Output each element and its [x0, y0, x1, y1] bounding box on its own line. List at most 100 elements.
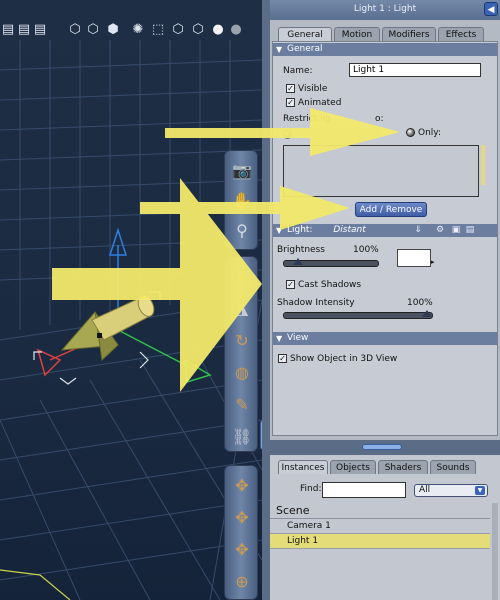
view-section-header[interactable]: ▼ View — [273, 332, 497, 345]
light-color-swatch[interactable] — [397, 249, 431, 267]
properties-body: ▼ General Name: ✓ Visible ✓ Animated Res… — [272, 41, 498, 436]
viewport-toolbar: ▤ ▤ ▤ ⬡ ⬡ ⬢ ✺ ⬚ ⬡ ⬡ ● ● — [0, 20, 262, 42]
tab-effects[interactable]: Effects — [438, 27, 484, 41]
only-radio[interactable] — [406, 128, 415, 137]
settings-icon[interactable]: ⚙ — [435, 225, 445, 235]
twist-tool-icon[interactable]: ↻ — [230, 329, 254, 353]
tab-sounds[interactable]: Sounds — [430, 460, 476, 474]
show-object-label: Show Object in 3D View — [290, 354, 398, 364]
hand-pan-icon[interactable]: ✋ — [230, 189, 254, 213]
camera-tools-group: 📷 ✋ ⚲ — [224, 150, 258, 250]
move-xz-icon[interactable]: ✥ — [230, 506, 254, 530]
viewport-grid — [0, 40, 262, 600]
brightness-label: Brightness — [277, 245, 325, 255]
brightness-value: 100% — [353, 245, 379, 255]
restrict-lighting-label: Restrict lig — [283, 114, 331, 124]
editing-tools-group: ◭ ◮ ↻ ◍ ✎ ⛓ — [224, 256, 258, 452]
vertex-icon[interactable]: ✺ — [130, 22, 146, 38]
chain-break-tool-icon[interactable]: ⛓ — [230, 425, 254, 449]
shadow-intensity-slider[interactable] — [283, 310, 433, 319]
scene-browser: Instances Objects Shaders Sounds Find: A… — [262, 455, 500, 600]
tab-shaders[interactable]: Shaders — [378, 460, 428, 474]
camera-icon[interactable]: 📷 — [230, 159, 254, 183]
shadow-intensity-value: 100% — [407, 298, 433, 308]
brightness-slider[interactable] — [283, 258, 379, 267]
texture-shaded-icon[interactable]: ● — [228, 22, 244, 38]
tab-general[interactable]: General — [278, 27, 332, 41]
show-object-checkbox[interactable]: ✓ — [278, 354, 287, 363]
scene-scrollbar[interactable] — [492, 503, 498, 600]
render-mode-icon[interactable]: ▤ — [32, 22, 48, 38]
all-radio[interactable] — [283, 130, 292, 139]
bounding-box-icon[interactable]: ⬚ — [150, 22, 166, 38]
rotate-tool-icon[interactable]: ◭ — [230, 265, 254, 289]
animated-label: Animated — [298, 98, 342, 108]
smooth-shaded-icon[interactable]: ● — [210, 22, 226, 38]
scene-tabs: Instances Objects Shaders Sounds — [272, 460, 500, 474]
properties-tabs: General Motion Modifiers Effects — [272, 27, 500, 41]
lit-wireframe-icon[interactable]: ⬢ — [105, 22, 121, 38]
cast-shadows-label: Cast Shadows — [298, 280, 362, 290]
movement-tools-group: ✥ ✥ ✥ ⊕ — [224, 465, 258, 600]
shadow-intensity-slider-knob[interactable] — [422, 310, 432, 317]
expand-triangle-icon: ▼ — [276, 226, 283, 235]
light-section-label: Light: — [287, 225, 313, 235]
x-axis-handle[interactable] — [184, 358, 212, 383]
tool-strip: 📷 ✋ ⚲ ◭ ◮ ↻ ◍ ✎ ⛓ ✥ ✥ ✥ ⊕ — [224, 150, 262, 600]
render-mode-icon[interactable]: ▤ — [0, 22, 16, 38]
ball-icon[interactable]: ⊕ — [230, 570, 254, 594]
move-icon[interactable]: ✥ — [230, 474, 254, 498]
scene-row-camera[interactable]: Camera 1 — [270, 519, 490, 534]
save-icon[interactable]: ▣ — [451, 225, 461, 235]
taper-tool-icon[interactable]: ✎ — [230, 393, 254, 417]
color-dropdown-icon[interactable]: ▸ — [431, 258, 435, 266]
box-icon[interactable]: ⬡ — [190, 22, 206, 38]
scale-tool-icon[interactable]: ◍ — [230, 361, 254, 385]
restrict-objects-list[interactable] — [283, 145, 479, 197]
find-label: Find: — [300, 484, 322, 494]
tab-motion[interactable]: Motion — [334, 27, 380, 41]
divider-grip-icon[interactable] — [362, 444, 402, 450]
cast-shadows-checkbox[interactable]: ✓ — [286, 280, 295, 289]
add-remove-button[interactable]: Add / Remove — [355, 202, 427, 217]
light-type-value[interactable]: Distant — [333, 225, 365, 235]
wireframe-icon[interactable]: ⬡ — [67, 22, 83, 38]
general-section-title: General — [287, 44, 323, 54]
light-object[interactable] — [60, 293, 157, 362]
light-section-header[interactable]: ▼ Light: Distant ⇓ ⚙ ▣ ▤ — [273, 224, 497, 237]
chevron-down-icon[interactable]: ⇓ — [413, 225, 423, 235]
zoom-icon[interactable]: ⚲ — [230, 219, 254, 243]
scene-row-light[interactable]: Light 1 — [270, 534, 490, 549]
properties-title: Light 1 : Light — [270, 0, 500, 20]
animated-checkbox[interactable]: ✓ — [286, 98, 295, 107]
expand-triangle-icon: ▼ — [276, 334, 283, 343]
tab-instances[interactable]: Instances — [278, 460, 328, 474]
only-label: Only: — [418, 128, 441, 138]
tab-objects[interactable]: Objects — [330, 460, 376, 474]
hidden-line-icon[interactable]: ⬡ — [85, 22, 101, 38]
translate-tool-icon[interactable]: ◮ — [230, 297, 254, 321]
list-scrollbar[interactable] — [481, 145, 485, 185]
tab-modifiers[interactable]: Modifiers — [382, 27, 436, 41]
3d-viewport[interactable]: ▤ ▤ ▤ ⬡ ⬡ ⬢ ✺ ⬚ ⬡ ⬡ ● ● — [0, 0, 262, 600]
filter-select[interactable]: All ▼ — [414, 484, 488, 497]
view-section-title: View — [287, 333, 309, 343]
folder-icon[interactable]: ▤ — [465, 225, 475, 235]
brightness-slider-knob[interactable] — [293, 258, 304, 265]
chevron-down-icon: ▼ — [475, 486, 485, 495]
scene-list-header: Scene — [270, 503, 490, 519]
collapse-panel-icon[interactable]: ◀ — [484, 2, 498, 16]
general-section-header[interactable]: ▼ General — [273, 43, 497, 56]
filter-value: All — [419, 485, 431, 495]
move-xy-icon[interactable]: ✥ — [230, 538, 254, 562]
box-icon[interactable]: ⬡ — [170, 22, 186, 38]
name-field[interactable] — [349, 63, 481, 77]
visible-checkbox[interactable]: ✓ — [286, 84, 295, 93]
expand-triangle-icon: ▼ — [276, 45, 283, 54]
find-input[interactable] — [322, 482, 406, 498]
render-mode-icon[interactable]: ▤ — [16, 22, 32, 38]
visible-label: Visible — [298, 84, 328, 94]
shadow-intensity-label: Shadow Intensity — [277, 298, 355, 308]
properties-panel: Light 1 : Light ◀ General Motion Modifie… — [262, 0, 500, 455]
panel-divider[interactable] — [262, 440, 500, 455]
